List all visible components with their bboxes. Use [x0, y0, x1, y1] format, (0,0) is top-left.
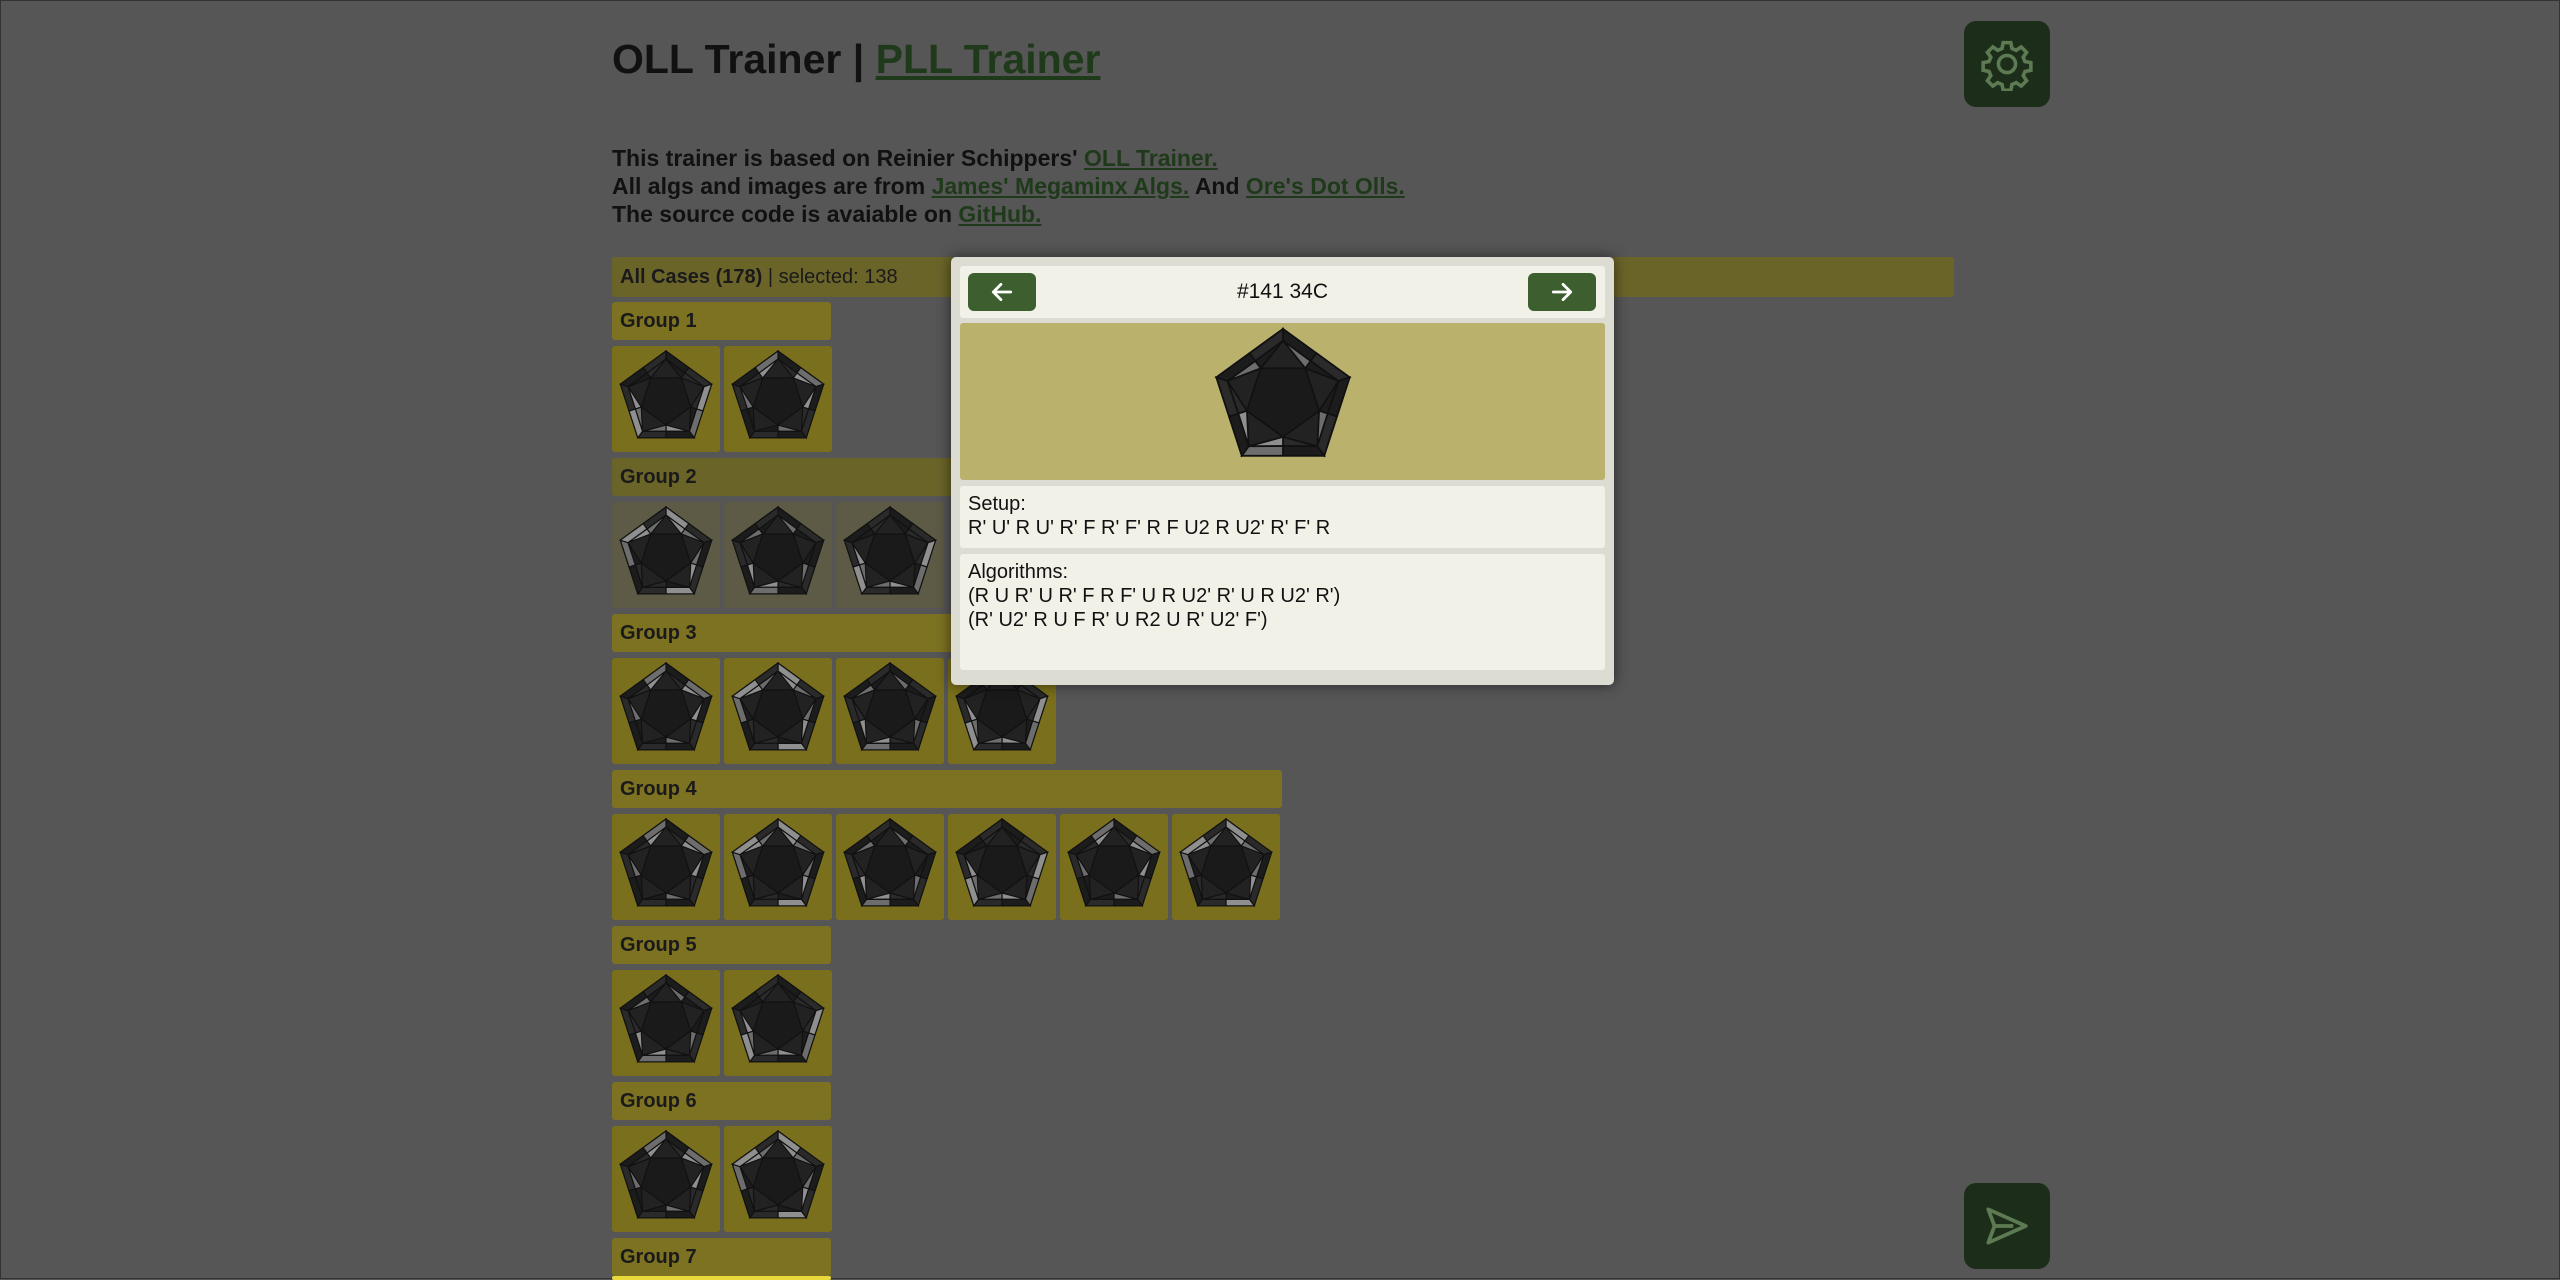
megaminx-pentagon-icon	[619, 1129, 713, 1220]
megaminx-pentagon-icon	[843, 661, 937, 752]
case-tile[interactable]	[724, 658, 832, 764]
dot-olls-link[interactable]: Ore's Dot Olls.	[1246, 173, 1405, 199]
group-row-6	[612, 1126, 832, 1232]
megaminx-pentagon-icon	[731, 1129, 825, 1220]
megaminx-pentagon-icon	[619, 817, 713, 908]
megaminx-pentagon-icon	[1213, 327, 1352, 458]
group-row-1	[612, 346, 832, 452]
megaminx-pentagon-icon	[1179, 817, 1273, 908]
group-label: Group 4	[620, 778, 697, 800]
arrow-right-icon	[1551, 283, 1573, 301]
case-image-panel	[960, 323, 1605, 480]
group-label: Group 7	[620, 1246, 697, 1268]
case-tile[interactable]	[724, 1126, 832, 1232]
intro-line-2-text: All algs and images are from	[612, 173, 932, 199]
send-button[interactable]	[1964, 1183, 2050, 1269]
case-tile[interactable]	[836, 658, 944, 764]
megaminx-pentagon-icon	[619, 349, 713, 440]
modal-header: #141 34C	[960, 266, 1605, 318]
group-header-6[interactable]: Group 6	[612, 1082, 831, 1120]
intro-line-3-text: The source code is avaiable on	[612, 201, 959, 227]
case-tile[interactable]	[724, 814, 832, 920]
group-label: Group 2	[620, 466, 697, 488]
case-detail-modal: #141 34C Setup: R' U' R U' R' F R' F' R …	[951, 257, 1614, 685]
case-tile[interactable]	[612, 814, 720, 920]
pll-trainer-link[interactable]: PLL Trainer	[876, 36, 1101, 82]
setup-moves: R' U' R U' R' F R' F' R F U2 R U2' R' F'…	[968, 517, 1331, 539]
megaminx-pentagon-icon	[731, 817, 825, 908]
group-row-4	[612, 814, 1280, 920]
megaminx-pentagon-icon	[843, 817, 937, 908]
algorithm-2[interactable]: (R' U2' R U F R' U R2 U R' U2' F')	[968, 608, 1597, 632]
megaminx-pentagon-icon	[731, 505, 825, 596]
case-tile[interactable]	[612, 970, 720, 1076]
setup-box: Setup: R' U' R U' R' F R' F' R F U2 R U2…	[960, 486, 1605, 548]
intro-text: This trainer is based on Reinier Schippe…	[612, 144, 1405, 228]
case-title: #141 34C	[1236, 280, 1329, 303]
algorithm-1[interactable]: (R U R' U R' F R F' U R U2' R' U R U2' R…	[968, 584, 1597, 608]
intro-line-2-and: And	[1189, 173, 1246, 199]
group-header-1[interactable]: Group 1	[612, 302, 831, 340]
megaminx-pentagon-icon	[955, 817, 1049, 908]
group-label: Group 1	[620, 310, 697, 332]
case-tile[interactable]	[948, 814, 1056, 920]
megaminx-pentagon-icon	[619, 661, 713, 752]
case-tile[interactable]	[836, 502, 944, 608]
intro-line-1: This trainer is based on Reinier Schippe…	[612, 144, 1405, 172]
intro-line-2: All algs and images are from James' Mega…	[612, 172, 1405, 200]
algorithms-label: Algorithms:	[968, 561, 1069, 583]
selected-count: | selected: 138	[762, 266, 898, 288]
case-tile[interactable]	[612, 502, 720, 608]
case-tile[interactable]	[724, 502, 832, 608]
settings-button[interactable]	[1964, 21, 2050, 107]
group-label: Group 5	[620, 934, 697, 956]
all-cases-label: All Cases (178)	[620, 266, 763, 288]
megaminx-pentagon-icon	[1067, 817, 1161, 908]
case-tile[interactable]	[612, 1126, 720, 1232]
intro-line-3: The source code is avaiable on GitHub.	[612, 200, 1405, 228]
algorithms-box: Algorithms: (R U R' U R' F R F' U R U2' …	[960, 554, 1605, 670]
oll-trainer-link[interactable]: OLL Trainer.	[1084, 145, 1218, 171]
page-title: OLL Trainer | PLL Trainer	[612, 36, 1100, 83]
gear-icon	[1981, 40, 2033, 91]
group-header-5[interactable]: Group 5	[612, 926, 831, 964]
case-tile[interactable]	[612, 658, 720, 764]
megaminx-pentagon-icon	[619, 505, 713, 596]
group-label: Group 6	[620, 1090, 697, 1112]
case-tile[interactable]	[724, 346, 832, 452]
case-tile[interactable]	[836, 814, 944, 920]
case-tile[interactable]	[1172, 814, 1280, 920]
group-label: Group 3	[620, 622, 697, 644]
megaminx-case-image	[1210, 326, 1356, 477]
intro-line-1-text: This trainer is based on Reinier Schippe…	[612, 145, 1084, 171]
send-icon	[1986, 1207, 2028, 1245]
group-row-5	[612, 970, 832, 1076]
case-tile[interactable]	[1060, 814, 1168, 920]
next-case-button[interactable]	[1528, 273, 1596, 311]
case-tile[interactable]	[612, 1276, 831, 1280]
case-tile[interactable]	[724, 970, 832, 1076]
megaminx-algs-link[interactable]: James' Megaminx Algs.	[932, 173, 1190, 199]
arrow-left-icon	[991, 283, 1013, 301]
prev-case-button[interactable]	[968, 273, 1036, 311]
group-row-2	[612, 502, 944, 608]
group-header-7[interactable]: Group 7	[612, 1238, 831, 1276]
github-link[interactable]: GitHub.	[958, 201, 1041, 227]
setup-label: Setup:	[968, 493, 1026, 515]
title-oll: OLL Trainer |	[612, 36, 876, 82]
group-header-4[interactable]: Group 4	[612, 770, 1282, 808]
megaminx-pentagon-icon	[731, 661, 825, 752]
megaminx-pentagon-icon	[619, 973, 713, 1064]
megaminx-pentagon-icon	[843, 505, 937, 596]
megaminx-pentagon-icon	[731, 973, 825, 1064]
megaminx-pentagon-icon	[731, 349, 825, 440]
case-tile[interactable]	[612, 346, 720, 452]
